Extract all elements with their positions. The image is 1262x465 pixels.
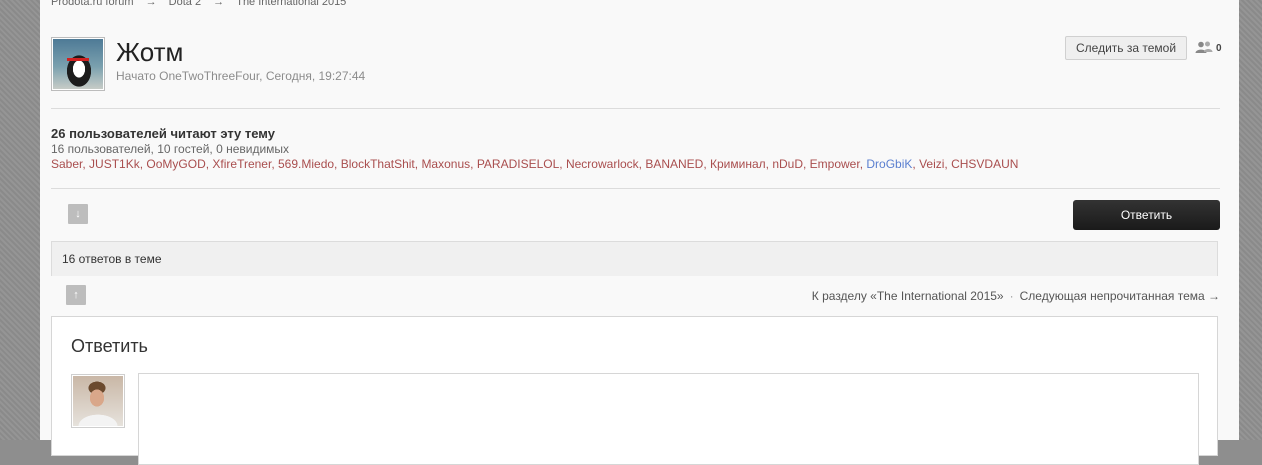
- divider: [51, 108, 1220, 109]
- reader-user-link[interactable]: CHSVDAUN: [951, 157, 1018, 171]
- breadcrumb-item-ti2015[interactable]: The International 2015: [236, 0, 346, 8]
- nav-separator: ·: [1009, 289, 1014, 303]
- breadcrumb-separator: →: [145, 0, 157, 8]
- readers-title: 26 пользователей читают эту тему: [51, 126, 275, 141]
- replies-count-bar: 16 ответов в теме: [51, 241, 1218, 276]
- quick-reply-box: Ответить: [51, 316, 1218, 465]
- reader-separator: ,: [470, 157, 477, 171]
- reader-separator: ,: [271, 157, 278, 171]
- topic-navigation: К разделу «The International 2015» · Следу…: [812, 289, 1220, 303]
- penguin-avatar-image: [53, 39, 103, 89]
- breadcrumb-separator: →: [213, 0, 225, 8]
- topic-meta: Начато OneTwoThreeFour, Сегодня, 19:27:4…: [116, 69, 366, 83]
- breadcrumb: Prodota.ru forum → Dota 2 → The Internat…: [51, 0, 346, 8]
- current-user-avatar[interactable]: [71, 374, 125, 428]
- replies-count: 16 ответов в теме: [62, 252, 162, 266]
- breadcrumb-item-forum[interactable]: Prodota.ru forum: [51, 0, 134, 8]
- forum-page: Prodota.ru forum → Dota 2 → The Internat…: [40, 0, 1239, 465]
- followers-count[interactable]: 0: [1195, 41, 1222, 56]
- reader-user-link[interactable]: Empower: [810, 157, 860, 171]
- reader-separator: ,: [559, 157, 566, 171]
- followers-count-value: 0: [1216, 43, 1222, 55]
- scroll-up-button[interactable]: ↑: [66, 285, 86, 305]
- reader-user-link[interactable]: Saber: [51, 157, 82, 171]
- follow-topic-button[interactable]: Следить за темой: [1065, 36, 1188, 60]
- reader-user-link[interactable]: Veizi: [919, 157, 944, 171]
- reader-user-link[interactable]: Maxonus: [421, 157, 470, 171]
- next-unread-topic-link[interactable]: Следующая непрочитанная тема →: [1020, 289, 1220, 303]
- reply-editor[interactable]: [138, 373, 1199, 465]
- reader-user-link[interactable]: XfireTrener: [212, 157, 271, 171]
- page-background-left: [0, 0, 40, 440]
- reader-separator: ,: [334, 157, 341, 171]
- users-icon: [1195, 41, 1213, 56]
- reader-user-link[interactable]: Necrowarlock: [566, 157, 639, 171]
- readers-stats: 16 пользователей, 10 гостей, 0 невидимых: [51, 142, 290, 156]
- reader-separator: ,: [703, 157, 711, 171]
- readers-list: Saber, JUST1Kk, OoMyGOD, XfireTrener, 56…: [51, 157, 1018, 171]
- reader-user-link[interactable]: 569.Miedo: [278, 157, 334, 171]
- scroll-down-button[interactable]: ↓: [68, 204, 88, 224]
- reader-user-link[interactable]: PARADISELOL: [477, 157, 559, 171]
- reader-user-link[interactable]: BANANED: [645, 157, 703, 171]
- reader-user-link[interactable]: OoMyGOD: [146, 157, 205, 171]
- reader-user-link[interactable]: nDuD: [772, 157, 803, 171]
- reply-button[interactable]: Ответить: [1073, 200, 1220, 230]
- reply-heading: Ответить: [71, 336, 148, 356]
- reader-separator: ,: [803, 157, 810, 171]
- reader-user-link[interactable]: JUST1Kk: [89, 157, 140, 171]
- topic-author-avatar[interactable]: [51, 37, 105, 91]
- reader-user-link[interactable]: BlockThatShit: [341, 157, 415, 171]
- reader-user-link[interactable]: DroGbiK: [866, 157, 912, 171]
- breadcrumb-item-dota2[interactable]: Dota 2: [169, 0, 201, 8]
- topic-title: Жотм: [116, 37, 184, 67]
- user-photo: [73, 376, 123, 426]
- reader-user-link[interactable]: Криминал: [710, 157, 766, 171]
- back-to-forum-link[interactable]: К разделу «The International 2015»: [812, 289, 1004, 303]
- divider: [51, 188, 1220, 189]
